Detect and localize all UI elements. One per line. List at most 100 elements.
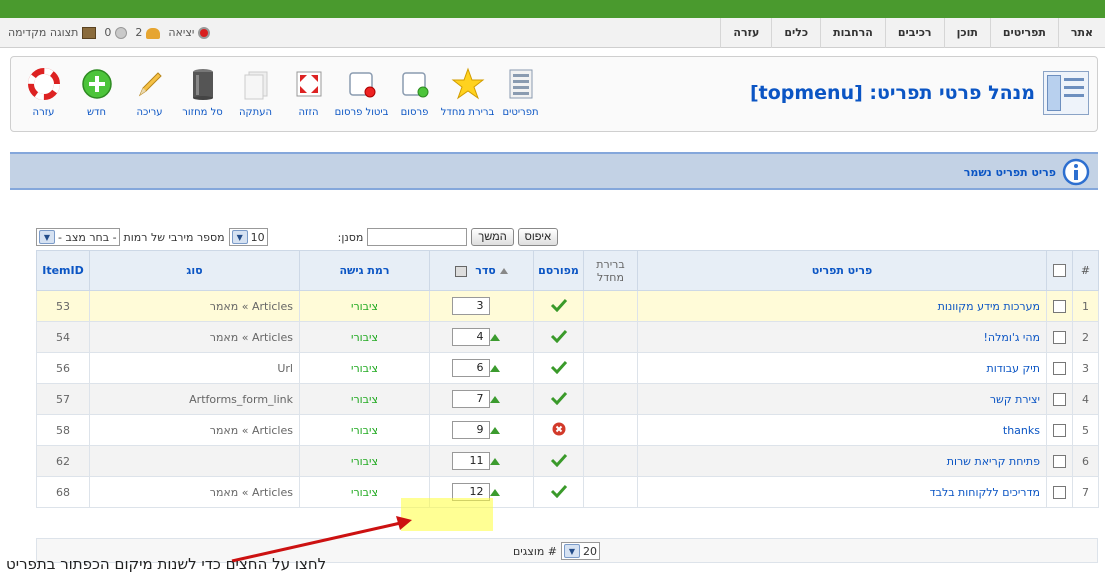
header-published[interactable]: מפורסם — [533, 250, 584, 291]
menu-item-link[interactable]: מערכות מידע מקוונות — [938, 300, 1040, 313]
preview-link[interactable]: תצוגה מקדימה — [8, 18, 97, 48]
header-default[interactable]: ברירת מחדל — [583, 250, 638, 291]
cell-checkbox — [1046, 383, 1073, 415]
row-checkbox[interactable] — [1053, 485, 1066, 499]
table-row: 56 Url ציבורי 6 תיק עבודות 3 — [36, 352, 1099, 384]
cell-order: 6 — [429, 352, 534, 384]
save-order-icon[interactable] — [455, 265, 468, 277]
published-check-icon[interactable] — [550, 298, 568, 312]
menu-item-extensions[interactable]: הרחבות — [820, 18, 885, 48]
order-input[interactable]: 4 — [451, 328, 490, 346]
menu-item-content[interactable]: תוכן — [943, 18, 990, 48]
default-button[interactable]: ברירת מחדל — [441, 63, 494, 127]
filter-bar: מסנן: המשך איפוס 10 ▼ מספר מירבי של רמות… — [36, 228, 1098, 248]
menu-item-link[interactable]: thanks — [1003, 424, 1040, 437]
publish-button[interactable]: פרסום — [388, 63, 441, 127]
order-input[interactable]: 9 — [451, 421, 490, 439]
table-header-row: ItemID סוג רמת גישה סדר מפורסם ברירת מחד… — [36, 250, 1099, 291]
pagination: # מוצגים 20 ▼ — [513, 542, 600, 560]
header-itemid[interactable]: ItemID — [36, 250, 90, 291]
published-check-icon[interactable] — [550, 453, 568, 467]
cell-checkbox — [1046, 414, 1073, 446]
order-input[interactable]: 6 — [451, 359, 490, 377]
row-checkbox[interactable] — [1053, 423, 1066, 437]
cell-access[interactable]: ציבורי — [299, 445, 430, 477]
help-button[interactable]: עזרה — [17, 63, 70, 127]
row-checkbox[interactable] — [1053, 392, 1066, 406]
reset-button[interactable]: איפוס — [517, 228, 558, 246]
order-input[interactable]: 11 — [451, 452, 490, 470]
order-input[interactable]: 7 — [451, 390, 490, 408]
cell-access[interactable]: ציבורי — [299, 383, 430, 415]
new-button[interactable]: חדש — [70, 63, 123, 127]
messages-indicator[interactable]: 0 — [104, 18, 128, 48]
unpublish-icon — [345, 67, 379, 101]
logout-link[interactable]: יציאה — [168, 18, 211, 48]
row-checkbox[interactable] — [1053, 361, 1066, 375]
header-order[interactable]: סדר — [429, 250, 534, 291]
cell-type: Articles » מאמר — [89, 476, 300, 508]
copy-button[interactable]: העתקה — [229, 63, 282, 127]
menu-item-tools[interactable]: כלים — [771, 18, 820, 48]
levels-select[interactable]: 10 ▼ — [228, 228, 268, 246]
publish-icon — [398, 67, 432, 101]
published-check-icon[interactable] — [550, 484, 568, 498]
cell-access[interactable]: ציבורי — [299, 414, 430, 446]
published-check-icon[interactable] — [550, 360, 568, 374]
menu-item-help[interactable]: עזרה — [720, 18, 771, 48]
unpublished-x-icon[interactable] — [552, 422, 566, 436]
menu-item-link[interactable]: מדריכים ללקוחות בלבד — [930, 486, 1040, 499]
row-checkbox[interactable] — [1053, 299, 1066, 313]
move-up-arrow-icon[interactable] — [489, 333, 500, 341]
cell-access[interactable]: ציבורי — [299, 290, 430, 322]
menus-button[interactable]: תפריטים — [494, 63, 547, 127]
header-order-label: סדר — [475, 264, 496, 277]
menu-item-link[interactable]: יצירת קשר — [990, 393, 1040, 406]
header-type[interactable]: סוג — [89, 250, 300, 291]
trash-button[interactable]: סל מחזור — [176, 63, 229, 127]
select-all-checkbox[interactable] — [1053, 264, 1066, 278]
order-input[interactable]: 3 — [451, 297, 490, 315]
cell-type — [89, 445, 300, 477]
edit-button[interactable]: עריכה — [123, 63, 176, 127]
go-button[interactable]: המשך — [471, 228, 514, 246]
header-select-all — [1046, 250, 1073, 291]
cell-type: Articles » מאמר — [89, 290, 300, 322]
edit-icon — [133, 67, 167, 101]
row-checkbox[interactable] — [1053, 330, 1066, 344]
move-button[interactable]: הזזה — [282, 63, 335, 127]
header-name[interactable]: פריט תפריט — [637, 250, 1047, 291]
move-up-arrow-icon[interactable] — [489, 364, 500, 372]
cell-published — [533, 476, 584, 508]
move-up-arrow-icon[interactable] — [489, 395, 500, 403]
published-check-icon[interactable] — [550, 391, 568, 405]
unpublish-button[interactable]: ביטול פרסום — [335, 63, 388, 127]
page-size-select[interactable]: 20 ▼ — [561, 542, 600, 560]
filter-input[interactable] — [367, 228, 468, 246]
menu-item-site[interactable]: אתר — [1057, 18, 1105, 48]
move-up-arrow-icon[interactable] — [489, 426, 500, 434]
cell-access[interactable]: ציבורי — [299, 321, 430, 353]
info-icon — [1062, 158, 1090, 186]
table-row: 62 ציבורי 11 פתיחת קריאת שרות 6 — [36, 445, 1099, 477]
move-up-arrow-icon[interactable] — [489, 457, 500, 465]
cell-name: תיק עבודות — [637, 352, 1047, 384]
header-access[interactable]: רמת גישה — [299, 250, 430, 291]
table-row: 68 Articles » מאמר ציבורי 12 מדריכים ללקוחות… — [36, 476, 1099, 508]
cell-access[interactable]: ציבורי — [299, 352, 430, 384]
menu-item-menus[interactable]: תפריטים — [989, 18, 1058, 48]
users-indicator[interactable]: 2 — [135, 18, 161, 48]
row-checkbox[interactable] — [1053, 454, 1066, 468]
page-header: מנהל פרטי תפריט: [topmenu] — [750, 71, 1089, 115]
cell-num: 4 — [1072, 383, 1099, 415]
menu-item-link[interactable]: תיק עבודות — [987, 362, 1040, 375]
cell-order: 9 — [429, 414, 534, 446]
cell-published — [533, 383, 584, 415]
state-select[interactable]: - בחר מצב - ▼ — [36, 228, 120, 246]
menu-item-link[interactable]: פתיחת קריאת שרות — [947, 455, 1040, 468]
move-up-arrow-icon[interactable] — [489, 488, 500, 496]
cell-num: 2 — [1072, 321, 1099, 353]
menu-item-link[interactable]: מהי ג'ומלה! — [984, 331, 1041, 344]
menu-item-components[interactable]: רכיבים — [884, 18, 944, 48]
published-check-icon[interactable] — [550, 329, 568, 343]
